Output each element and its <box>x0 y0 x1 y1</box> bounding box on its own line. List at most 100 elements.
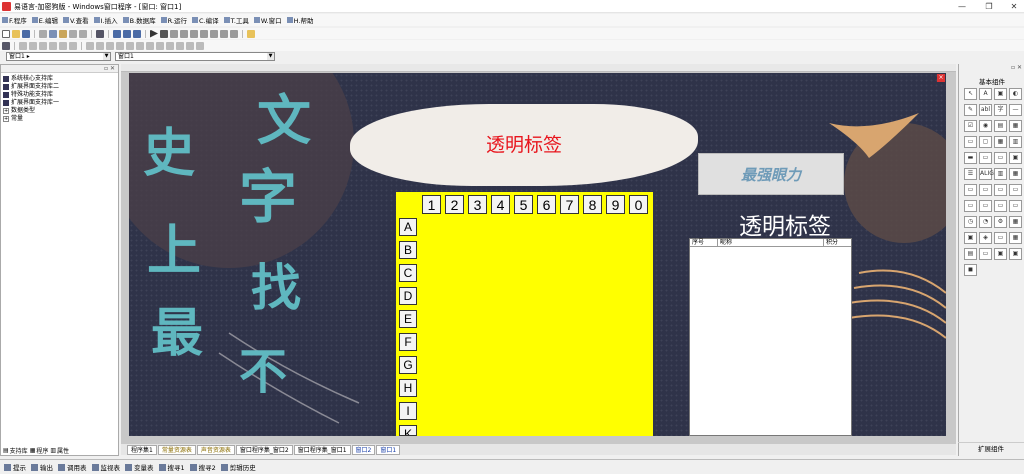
component-icon[interactable]: ◷ <box>964 216 977 228</box>
form-close-icon[interactable]: × <box>937 74 945 82</box>
letter-button[interactable]: E <box>399 310 417 328</box>
menu-file[interactable]: F.程序 <box>2 15 27 25</box>
redo-icon[interactable] <box>79 29 87 38</box>
component-icon[interactable]: ▭ <box>994 232 1007 244</box>
component-icon[interactable]: ▦ <box>1009 120 1022 132</box>
close-button[interactable]: ✕ <box>1008 1 1020 12</box>
column-header[interactable]: 积分 <box>824 239 851 246</box>
doc-tab[interactable]: 常量资源表 <box>157 444 196 455</box>
component-icon[interactable]: ▣ <box>1009 152 1022 164</box>
component-icon[interactable]: ▣ <box>1009 248 1022 260</box>
stop-icon[interactable] <box>160 29 168 38</box>
align-top-icon[interactable] <box>49 41 57 50</box>
minimize-button[interactable]: — <box>956 1 968 12</box>
run-play-icon[interactable] <box>150 29 158 38</box>
menu-database[interactable]: B.数据库 <box>122 15 156 25</box>
component-icon[interactable]: ▤ <box>994 120 1007 132</box>
component-icon[interactable]: ALIGN <box>979 168 998 180</box>
column-header[interactable]: 序号 <box>690 239 718 246</box>
tree-item[interactable]: 特殊功能支持库 <box>3 91 116 99</box>
restore-button[interactable]: ❐ <box>983 1 995 12</box>
find-icon[interactable] <box>96 29 104 38</box>
component-icon[interactable]: ◉ <box>979 120 992 132</box>
component-icon[interactable]: ▣ <box>964 232 977 244</box>
doc-tab[interactable]: 窗口程序集_窗口1 <box>293 444 351 455</box>
number-button[interactable]: 3 <box>468 195 487 214</box>
letter-button[interactable]: F <box>399 333 417 351</box>
letter-button[interactable]: A <box>399 218 417 236</box>
component-icon[interactable]: ◔ <box>979 216 992 228</box>
step-icon-3[interactable] <box>190 29 198 38</box>
layout-icon-2[interactable] <box>123 29 131 38</box>
space-h-icon[interactable] <box>116 41 124 50</box>
order-icon-3[interactable] <box>186 41 194 50</box>
letter-button[interactable]: I <box>399 402 417 420</box>
component-icon[interactable]: ☰ <box>964 168 977 180</box>
component-icon[interactable]: 字 <box>994 104 1007 116</box>
transparent-label-2[interactable]: 透明标签 <box>690 207 880 241</box>
component-icon[interactable]: ▦ <box>994 136 1007 148</box>
menu-view[interactable]: V.查看 <box>62 15 89 25</box>
component-icon[interactable]: ▦ <box>1009 232 1022 244</box>
letter-button[interactable]: C <box>399 264 417 282</box>
doc-tab[interactable]: 程序集1 <box>127 444 157 455</box>
doc-tab[interactable]: 窗口2 <box>351 444 376 455</box>
status-call-table[interactable]: 调用表 <box>58 462 87 472</box>
number-button[interactable]: 9 <box>606 195 625 214</box>
component-icon[interactable]: ▦ <box>1009 216 1022 228</box>
tree-item[interactable]: 扩展界面支持库一 <box>3 99 116 107</box>
component-icon[interactable]: ▢ <box>979 136 992 148</box>
component-icon[interactable]: ▣ <box>994 88 1007 100</box>
column-header[interactable]: 昵称 <box>718 239 824 246</box>
letter-button[interactable]: D <box>399 287 417 305</box>
order-icon-4[interactable] <box>196 41 204 50</box>
doc-tab[interactable]: 声音资源表 <box>196 444 235 455</box>
same-size-icon[interactable] <box>106 41 114 50</box>
doc-tab[interactable]: 窗口程序集_窗口2 <box>235 444 293 455</box>
component-icon[interactable]: ◈ <box>979 232 992 244</box>
new-file-icon[interactable] <box>2 29 10 38</box>
menu-window[interactable]: W.窗口 <box>253 15 282 25</box>
menu-compile[interactable]: C.编译 <box>192 15 219 25</box>
step-icon-2[interactable] <box>180 29 188 38</box>
letter-button[interactable]: K <box>399 425 417 436</box>
open-file-icon[interactable] <box>12 29 20 38</box>
align-bottom-icon[interactable] <box>69 41 77 50</box>
status-variable[interactable]: 变量表 <box>125 462 154 472</box>
number-button[interactable]: 7 <box>560 195 579 214</box>
copy-icon[interactable] <box>49 29 57 38</box>
status-clip-history[interactable]: 剪辑历史 <box>220 462 256 472</box>
wizard-icon[interactable] <box>247 29 255 38</box>
tree-item[interactable]: 系统核心支持库 <box>3 75 116 83</box>
center-v-icon[interactable] <box>146 41 154 50</box>
component-icon[interactable]: ▭ <box>964 136 977 148</box>
number-button[interactable]: 0 <box>629 195 648 214</box>
component-icon[interactable]: abl <box>979 104 992 116</box>
object-combo[interactable]: 窗口1 ▸ ▼ <box>6 52 111 61</box>
align-left-icon[interactable] <box>19 41 27 50</box>
layout-icon-1[interactable] <box>113 29 121 38</box>
step-icon-1[interactable] <box>170 29 178 38</box>
order-icon-2[interactable] <box>176 41 184 50</box>
align-center-icon[interactable] <box>29 41 37 50</box>
extended-components-tab[interactable]: 扩展组件 <box>958 442 1024 454</box>
component-icon[interactable]: ▭ <box>964 200 977 212</box>
tab-properties[interactable]: ▥ 属性 <box>50 446 69 455</box>
align-right-icon[interactable] <box>39 41 47 50</box>
component-icon[interactable]: ◼ <box>964 264 977 276</box>
component-icon[interactable]: ↖ <box>964 88 977 100</box>
component-icon[interactable]: ▦ <box>1009 168 1022 180</box>
menu-help[interactable]: H.帮助 <box>286 15 313 25</box>
letter-button[interactable]: B <box>399 241 417 259</box>
status-hint[interactable]: 提示 <box>4 462 26 472</box>
same-height-icon[interactable] <box>96 41 104 50</box>
menu-run[interactable]: R.运行 <box>160 15 187 25</box>
same-width-icon[interactable] <box>86 41 94 50</box>
component-icon[interactable]: ◐ <box>1009 88 1022 100</box>
tab-program[interactable]: ▦ 程序 <box>30 446 49 455</box>
transparent-label-1[interactable]: 透明标签 <box>350 130 698 157</box>
letter-button[interactable]: H <box>399 379 417 397</box>
doc-tab-active[interactable]: 窗口1 <box>376 444 401 455</box>
component-icon[interactable]: ▭ <box>994 200 1007 212</box>
center-h-icon[interactable] <box>136 41 144 50</box>
